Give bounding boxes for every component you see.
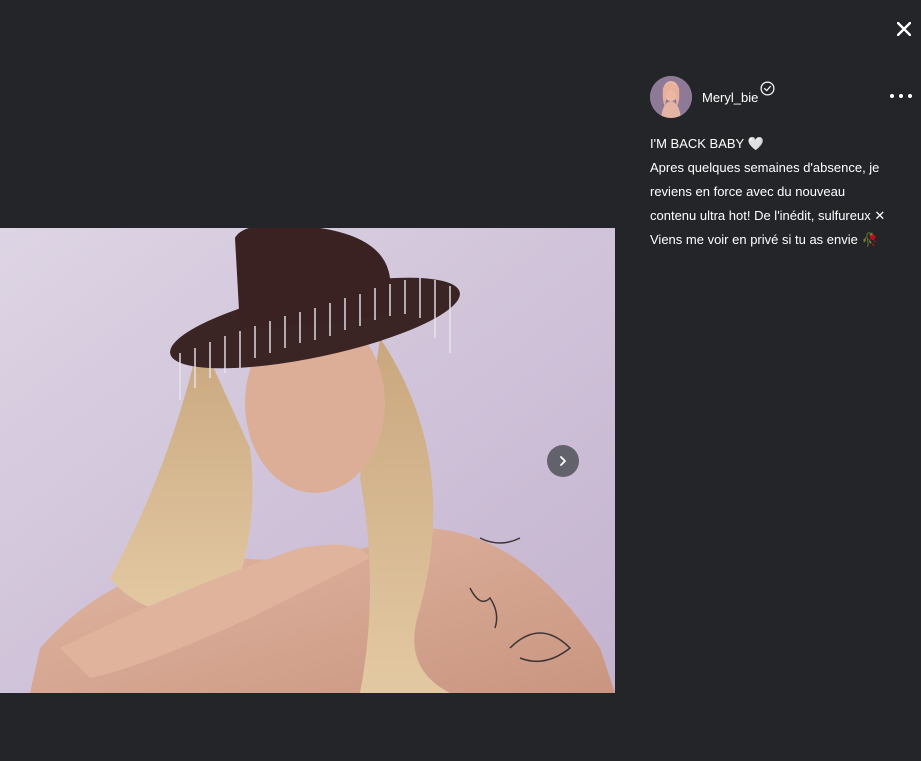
avatar[interactable]	[650, 76, 692, 118]
post-author: Meryl_bie	[650, 76, 912, 118]
close-icon	[897, 22, 911, 36]
caption-line: Viens me voir en privé si tu as envie 🥀	[650, 228, 912, 252]
verified-badge-icon	[760, 81, 775, 101]
photo-illustration	[0, 228, 615, 693]
post-media	[0, 228, 615, 693]
caption-line: contenu ultra hot! De l'inédit, sulfureu…	[650, 204, 912, 228]
close-button[interactable]	[893, 18, 915, 40]
caption-line: I'M BACK BABY 🤍	[650, 132, 912, 156]
post-viewer: Meryl_bie I'M BACK BABY 🤍 Apres quelques…	[0, 0, 921, 761]
rose-emoji: 🥀	[861, 232, 878, 247]
more-horizontal-icon	[908, 94, 912, 98]
caption-text: I'M BACK BABY	[650, 136, 744, 151]
cross-emoji: ✕	[874, 208, 886, 223]
more-horizontal-icon	[899, 94, 903, 98]
post-caption: I'M BACK BABY 🤍 Apres quelques semaines …	[650, 132, 912, 252]
white-heart-emoji: 🤍	[747, 136, 764, 151]
post-photo	[0, 228, 615, 693]
avatar-image	[650, 76, 692, 118]
more-horizontal-icon	[890, 94, 894, 98]
more-options-button[interactable]	[890, 88, 912, 104]
author-username[interactable]: Meryl_bie	[702, 90, 758, 105]
post-sidebar: Meryl_bie I'M BACK BABY 🤍 Apres quelques…	[650, 76, 912, 252]
next-image-button[interactable]	[547, 445, 579, 477]
caption-text: contenu ultra hot! De l'inédit, sulfureu…	[650, 208, 871, 223]
caption-text: Viens me voir en privé si tu as envie	[650, 232, 858, 247]
chevron-right-icon	[560, 456, 566, 466]
caption-line: Apres quelques semaines d'absence, je	[650, 160, 880, 175]
caption-line: reviens en force avec du nouveau	[650, 184, 846, 199]
